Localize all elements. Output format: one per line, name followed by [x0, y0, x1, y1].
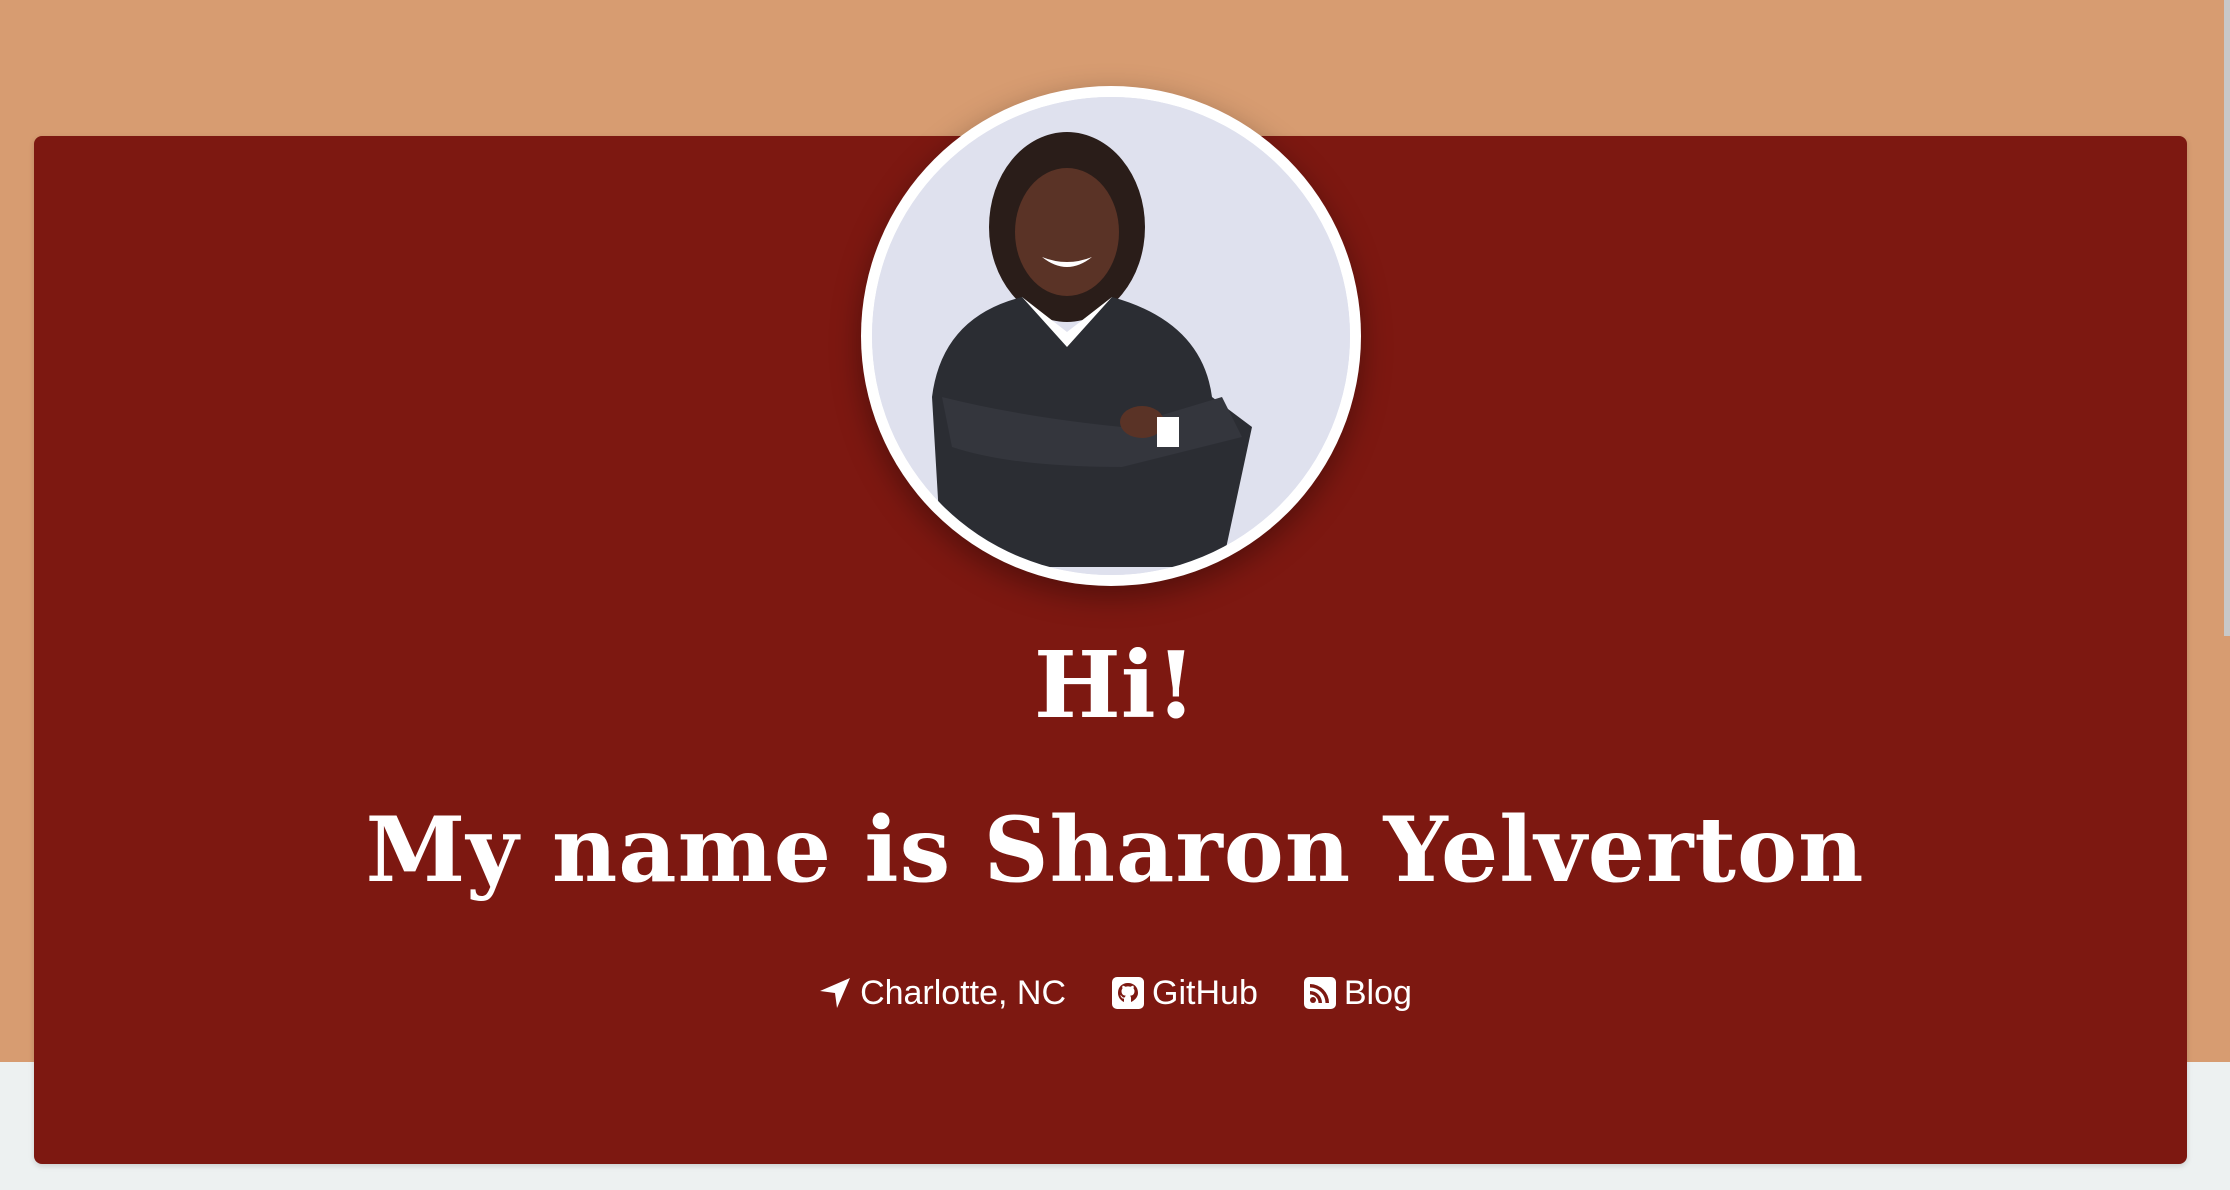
github-icon	[1112, 977, 1145, 1009]
location-link: Charlotte, NC	[818, 968, 1066, 1018]
profile-links: Charlotte, NC GitHub Blog	[0, 968, 2230, 1018]
location-label: Charlotte, NC	[860, 974, 1067, 1012]
profile-photo-frame	[861, 86, 1361, 586]
github-link[interactable]: GitHub	[1112, 968, 1258, 1018]
location-arrow-icon	[818, 976, 852, 1010]
scrollbar[interactable]	[2224, 0, 2230, 636]
blog-label: Blog	[1343, 974, 1412, 1012]
github-label: GitHub	[1152, 974, 1258, 1012]
rss-icon	[1303, 977, 1336, 1009]
profile-photo	[872, 97, 1350, 575]
name-heading: My name is Sharon Yelverton	[365, 797, 1865, 903]
blog-link[interactable]: Blog	[1303, 968, 1412, 1018]
greeting-heading: Hi!	[1033, 631, 1197, 739]
